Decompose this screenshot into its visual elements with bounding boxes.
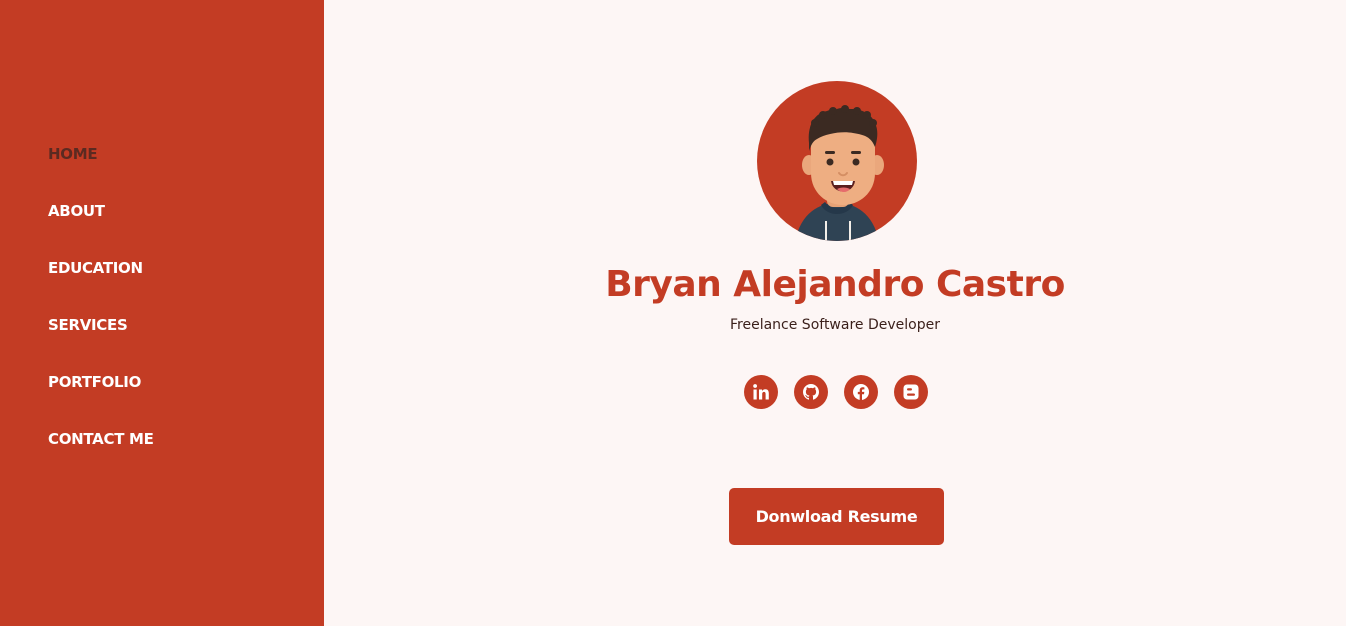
main-content: Bryan Alejandro Castro Freelance Softwar… — [324, 0, 1346, 626]
profile-title: Freelance Software Developer — [730, 317, 940, 333]
download-resume-button[interactable]: Donwload Resume — [729, 488, 944, 545]
facebook-icon — [853, 384, 869, 400]
blogger-link[interactable] — [894, 375, 928, 409]
linkedin-icon — [753, 384, 769, 400]
linkedin-link[interactable] — [744, 375, 778, 409]
cartoon-avatar-icon — [795, 105, 884, 241]
sidebar-item-home[interactable]: HOME — [48, 144, 98, 164]
sidebar-item-education[interactable]: EDUCATION — [48, 258, 143, 278]
sidebar: HOME ABOUT EDUCATION SERVICES PORTFOLIO … — [0, 0, 324, 626]
blogger-icon — [903, 384, 919, 400]
github-link[interactable] — [794, 375, 828, 409]
sidebar-item-services[interactable]: SERVICES — [48, 315, 128, 335]
sidebar-item-portfolio[interactable]: PORTFOLIO — [48, 372, 141, 392]
profile-name: Bryan Alejandro Castro — [605, 264, 1065, 305]
sidebar-item-contact-me[interactable]: CONTACT ME — [48, 429, 154, 449]
page: HOME ABOUT EDUCATION SERVICES PORTFOLIO … — [0, 0, 1346, 626]
social-links — [744, 375, 930, 409]
sidebar-item-about[interactable]: ABOUT — [48, 201, 105, 221]
facebook-link[interactable] — [844, 375, 878, 409]
avatar — [757, 81, 917, 241]
github-icon — [803, 384, 819, 400]
